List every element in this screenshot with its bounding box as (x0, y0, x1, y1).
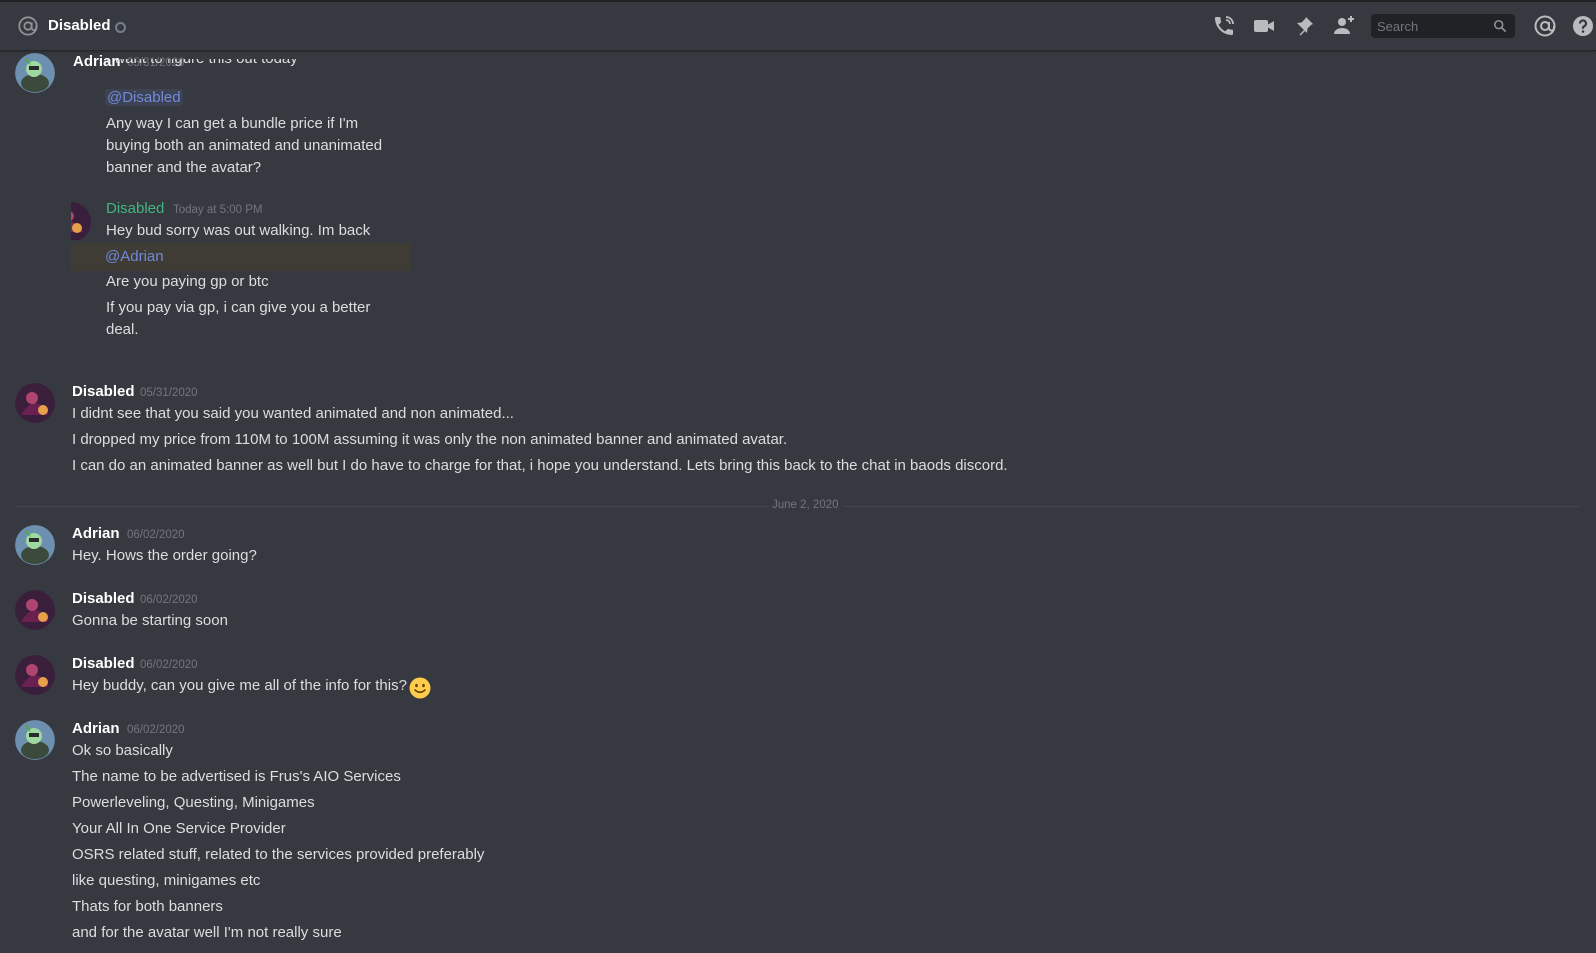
reply-author[interactable]: Disabled (106, 200, 164, 217)
message-line: Gonna be starting soon (72, 612, 228, 629)
avatar-adrian[interactable] (15, 720, 55, 760)
reply-timestamp: Today at 5:00 PM (173, 204, 263, 216)
message-line: and for the avatar well I'm not really s… (72, 924, 342, 941)
message-line: Hey buddy, can you give me all of the in… (72, 677, 407, 694)
pin-icon[interactable] (1292, 14, 1316, 38)
reply-message-line: Hey bud sorry was out walking. Im back (106, 222, 371, 239)
mentions-icon[interactable] (1533, 14, 1557, 38)
message-line: I can do an animated banner as well but … (72, 457, 1008, 474)
at-icon (18, 16, 38, 36)
search-box[interactable] (1371, 14, 1515, 38)
message-line: I dropped my price from 110M to 100M ass… (72, 431, 788, 448)
avatar-disabled-partial (71, 202, 91, 240)
reply-message-line: deal. (106, 321, 139, 338)
message-timestamp: 06/02/2020 (127, 529, 185, 541)
message-timestamp: 05/31/2020 (140, 387, 198, 399)
message-timestamp: 06/02/2020 (140, 659, 198, 671)
date-divider-label: June 2, 2020 (768, 499, 843, 511)
message-line: Thats for both banners (72, 898, 223, 915)
quoted-message-line: buying both an animated and unanimated (106, 137, 383, 154)
message-author[interactable]: Adrian (72, 525, 120, 542)
message-line: OSRS related stuff, related to the servi… (72, 846, 485, 863)
channel-title: Disabled (48, 17, 111, 34)
message-line: Powerleveling, Questing, Minigames (72, 794, 315, 811)
message-line: like questing, minigames etc (72, 872, 261, 889)
search-input[interactable] (1377, 17, 1487, 35)
search-icon[interactable] (1493, 19, 1507, 33)
channel-header: Disabled (0, 2, 1596, 51)
message-author[interactable]: Disabled (72, 383, 135, 400)
add-friend-icon[interactable] (1332, 14, 1356, 38)
avatar-disabled[interactable] (15, 590, 55, 630)
message-line: The name to be advertised is Frus's AIO … (72, 768, 401, 785)
message-line: Your All In One Service Provider (72, 820, 286, 837)
quoted-message-line: banner and the avatar? (106, 159, 262, 176)
message-author[interactable]: Disabled (72, 590, 135, 607)
message-line: Hey. Hows the order going? (72, 547, 257, 564)
avatar-disabled[interactable] (15, 383, 55, 423)
mention-adrian[interactable]: @Adrian (105, 248, 164, 265)
mention-disabled[interactable]: @Disabled (105, 89, 183, 106)
avatar-disabled[interactable] (15, 655, 55, 695)
clipped-message-line: I want to figure this out today (106, 59, 298, 67)
quoted-message-line: Any way I can get a bundle price if I'm (106, 115, 359, 132)
help-icon[interactable] (1571, 14, 1595, 38)
slight-smile-emoji-icon[interactable] (409, 677, 431, 699)
call-icon[interactable] (1212, 14, 1236, 38)
message-timestamp: 06/02/2020 (127, 724, 185, 736)
message-timestamp: 06/02/2020 (140, 594, 198, 606)
avatar-adrian[interactable] (15, 525, 55, 565)
reply-message-line: Are you paying gp or btc (106, 273, 269, 290)
message-author[interactable]: Adrian (72, 720, 120, 737)
clipped-line-wrapper: I want to figure this out today (106, 59, 406, 74)
message-author[interactable]: Disabled (72, 655, 135, 672)
avatar-disabled-partial-image (71, 202, 91, 240)
message-line: Ok so basically (72, 742, 173, 759)
reply-message-line: If you pay via gp, i can give you a bett… (106, 299, 371, 316)
status-offline-icon (115, 22, 126, 33)
message-line: I didnt see that you said you wanted ani… (72, 405, 514, 422)
video-icon[interactable] (1252, 14, 1276, 38)
avatar-adrian[interactable] (15, 53, 55, 93)
